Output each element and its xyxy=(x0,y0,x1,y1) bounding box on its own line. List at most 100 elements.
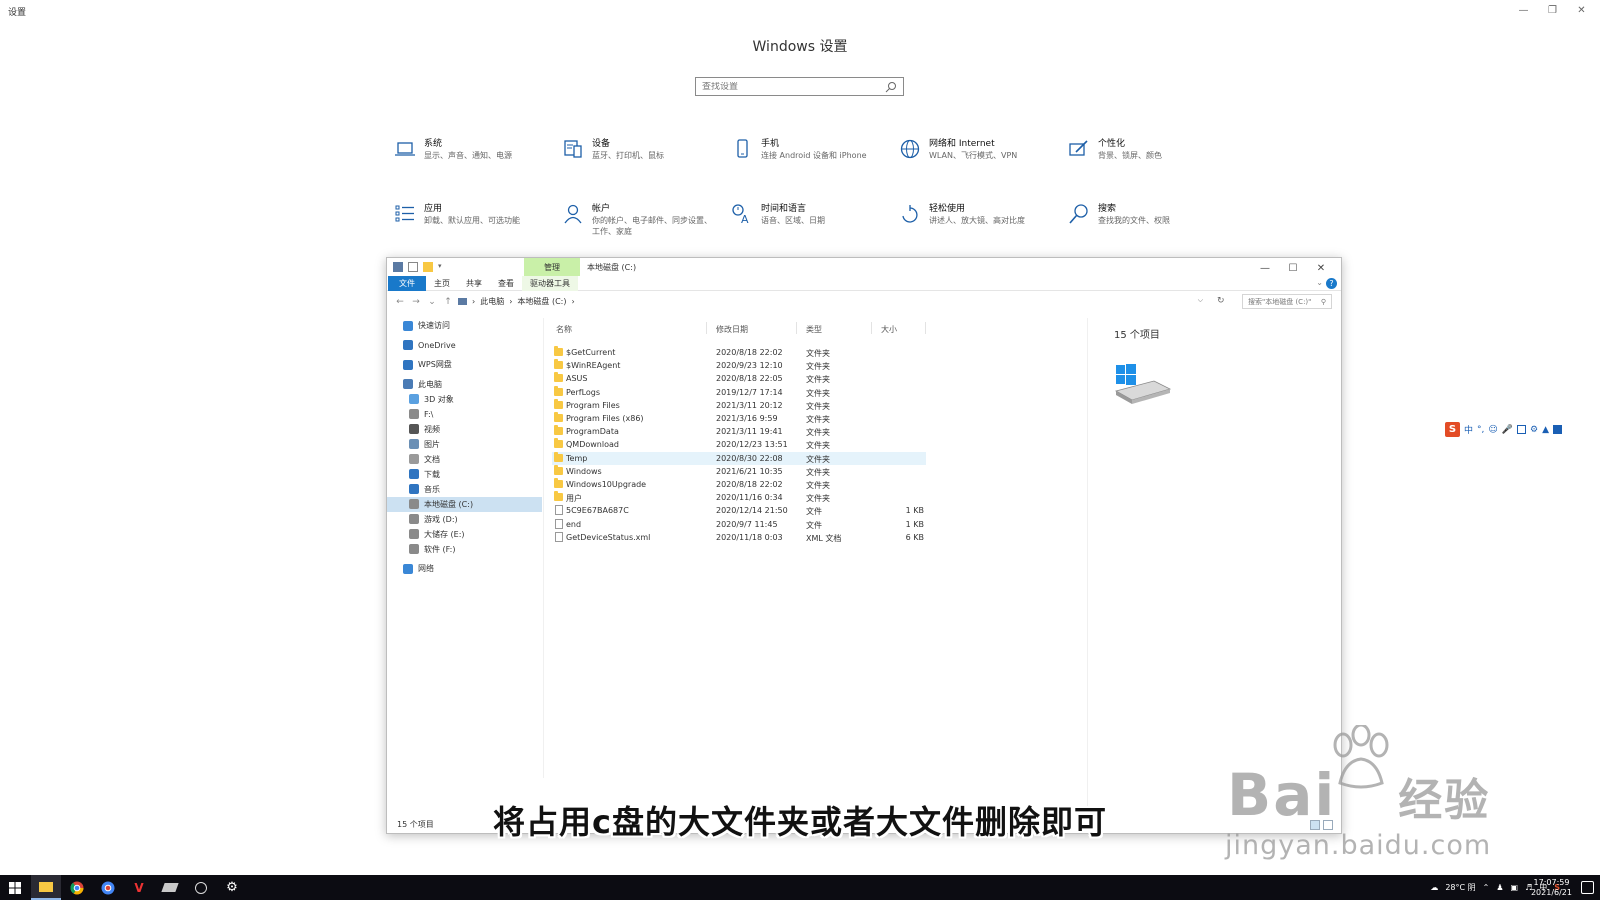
address-bar[interactable]: › 此电脑 › 本地磁盘 (C:) › ⌵ xyxy=(454,294,1209,309)
category-search[interactable]: 搜索 查找我的文件、权限 xyxy=(1068,203,1170,226)
explorer-maximize-button[interactable]: ☐ xyxy=(1279,260,1307,276)
breadcrumb-local-disk[interactable]: 本地磁盘 (C:) xyxy=(517,296,566,307)
recent-chevron-icon[interactable]: ⌄ xyxy=(427,297,437,307)
column-separator[interactable] xyxy=(925,322,926,334)
network-icon[interactable]: ▣ xyxy=(1511,883,1519,892)
emoji-icon[interactable]: ☺ xyxy=(1488,425,1497,435)
nav-tree-item[interactable]: 本地磁盘 (C:) xyxy=(387,496,542,512)
microphone-icon[interactable]: 🎤 xyxy=(1502,425,1513,435)
tab-manage[interactable]: 管理 xyxy=(524,258,580,276)
settings-search-input[interactable] xyxy=(702,81,885,92)
nav-tree-item[interactable]: F:\ xyxy=(387,407,542,422)
help-icon[interactable]: ? xyxy=(1326,278,1337,289)
tray-app-icon[interactable]: ♟ xyxy=(1496,883,1503,892)
ime-language[interactable]: 中 xyxy=(1464,423,1473,436)
category-devices[interactable]: 设备 蓝牙、打印机、鼠标 xyxy=(562,138,664,161)
file-row[interactable]: $GetCurrent 2020/8/18 22:02 文件夹 xyxy=(552,346,926,359)
nav-tree-item[interactable]: OneDrive xyxy=(387,338,542,353)
column-date[interactable]: 修改日期 xyxy=(716,324,748,335)
nav-tree-item[interactable]: 视频 xyxy=(387,422,542,437)
tab-home[interactable]: 主页 xyxy=(426,276,458,291)
nav-tree-item[interactable]: 此电脑 xyxy=(387,377,542,392)
category-phone[interactable]: 手机 连接 Android 设备和 iPhone xyxy=(731,138,867,161)
weather-cloud-icon[interactable]: ☁ xyxy=(1430,883,1438,892)
explorer-close-button[interactable]: ✕ xyxy=(1307,260,1335,276)
settings-search-box[interactable] xyxy=(695,77,904,96)
minimize-button[interactable]: — xyxy=(1509,0,1538,20)
file-row[interactable]: Program Files 2021/3/11 20:12 文件夹 xyxy=(552,398,926,412)
forward-arrow-icon[interactable]: → xyxy=(411,297,421,307)
nav-tree-item[interactable]: 文档 xyxy=(387,452,542,467)
breadcrumb-this-pc[interactable]: 此电脑 xyxy=(480,296,504,307)
address-dropdown-icon[interactable]: ⌵ xyxy=(1198,296,1203,305)
expand-ribbon-icon[interactable]: ⌄ xyxy=(1316,278,1323,287)
nav-tree-item[interactable]: 大储存 (E:) xyxy=(387,527,542,542)
nav-tree-item[interactable]: 快速访问 xyxy=(387,318,542,333)
column-separator[interactable] xyxy=(871,322,872,334)
toolbox-icon[interactable]: ⚙ xyxy=(1530,425,1538,435)
nav-tree-item[interactable]: 音乐 xyxy=(387,482,542,497)
file-row[interactable]: Windows10Upgrade 2020/8/18 22:02 文件夹 xyxy=(552,478,926,491)
punctuation-icon[interactable]: °, xyxy=(1477,425,1484,435)
file-row[interactable]: Windows 2021/6/21 10:35 文件夹 xyxy=(552,464,926,478)
file-row[interactable]: ProgramData 2021/3/11 19:41 文件夹 xyxy=(552,425,926,438)
file-row[interactable]: $WinREAgent 2020/9/23 12:10 文件夹 xyxy=(552,359,926,372)
category-network[interactable]: 网络和 Internet WLAN、飞行模式、VPN xyxy=(899,138,1017,161)
category-system[interactable]: 系统 显示、声音、通知、电源 xyxy=(394,138,512,161)
file-row[interactable]: ASUS 2020/8/18 22:05 文件夹 xyxy=(552,372,926,385)
taskbar-file-explorer[interactable] xyxy=(31,875,61,900)
taskbar-app[interactable] xyxy=(155,875,185,900)
file-row[interactable]: 用户 2020/11/16 0:34 文件夹 xyxy=(552,491,926,504)
category-personalization[interactable]: 个性化 背景、锁屏、颜色 xyxy=(1068,138,1162,161)
column-separator[interactable] xyxy=(706,322,707,334)
nav-tree-item[interactable]: WPS网盘 xyxy=(387,357,542,372)
skin-icon[interactable]: ▲ xyxy=(1542,425,1549,435)
chevron-down-icon[interactable]: ▾ xyxy=(438,262,442,272)
properties-icon[interactable] xyxy=(408,262,418,272)
column-size[interactable]: 大小 xyxy=(881,324,897,335)
column-type[interactable]: 类型 xyxy=(806,324,822,335)
close-button[interactable]: ✕ xyxy=(1567,0,1596,20)
explorer-search-box[interactable]: 搜索"本地磁盘 (C:)" ⚲ xyxy=(1242,294,1332,309)
file-row[interactable]: end 2020/9/7 11:45 文件 1 KB xyxy=(552,518,926,531)
taskbar-speedometer[interactable] xyxy=(186,875,216,900)
keyboard-icon[interactable] xyxy=(1517,425,1526,434)
notification-center-icon[interactable] xyxy=(1581,881,1594,894)
category-ease-of-access[interactable]: 轻松使用 讲述人、放大镜、高对比度 xyxy=(899,203,1025,226)
category-apps[interactable]: 应用 卸载、默认应用、可选功能 xyxy=(394,203,520,226)
restore-button[interactable]: ❐ xyxy=(1538,0,1567,20)
up-arrow-icon[interactable]: ↑ xyxy=(443,297,453,307)
explorer-minimize-button[interactable]: — xyxy=(1251,260,1279,276)
nav-tree-item[interactable]: 软件 (F:) xyxy=(387,542,542,557)
column-name[interactable]: 名称 xyxy=(556,324,572,335)
file-row[interactable]: 5C9E67BA687C 2020/12/14 21:50 文件 1 KB xyxy=(552,504,926,517)
tab-drive-tools[interactable]: 驱动器工具 xyxy=(522,275,578,291)
tab-file[interactable]: 文件 xyxy=(388,275,426,291)
tab-view[interactable]: 查看 xyxy=(490,276,522,291)
file-row[interactable]: Program Files (x86) 2021/3/16 9:59 文件夹 xyxy=(552,412,926,425)
column-separator[interactable] xyxy=(796,322,797,334)
sogou-logo-icon[interactable]: S xyxy=(1445,422,1460,437)
nav-tree-item[interactable]: 游戏 (D:) xyxy=(387,512,542,527)
nav-tree-item[interactable]: 下载 xyxy=(387,467,542,482)
refresh-icon[interactable]: ↻ xyxy=(1217,296,1225,306)
category-time-language[interactable]: A 时间和语言 语音、区域、日期 xyxy=(731,203,825,226)
file-row[interactable]: PerfLogs 2019/12/7 17:14 文件夹 xyxy=(552,385,926,399)
category-accounts[interactable]: 帐户 你的帐户、电子邮件、同步设置、工作、家庭 xyxy=(562,203,712,237)
nav-tree-item[interactable]: 3D 对象 xyxy=(387,392,542,407)
file-row[interactable]: Temp 2020/8/30 22:08 文件夹 xyxy=(552,451,926,465)
file-row[interactable]: GetDeviceStatus.xml 2020/11/18 0:03 XML 文档… xyxy=(552,531,926,544)
taskbar-chrome-profile[interactable] xyxy=(93,875,123,900)
back-arrow-icon[interactable]: ← xyxy=(395,297,405,307)
weather-text[interactable]: 28°C 阴 xyxy=(1445,882,1475,893)
start-button[interactable] xyxy=(0,875,30,900)
grid-menu-icon[interactable] xyxy=(1553,425,1562,434)
taskbar-settings[interactable]: ⚙ xyxy=(217,875,247,900)
taskbar-chrome[interactable] xyxy=(62,875,92,900)
nav-tree-item[interactable]: 图片 xyxy=(387,437,542,452)
tray-chevron-up-icon[interactable]: ⌃ xyxy=(1483,883,1490,892)
taskbar-wps[interactable]: V xyxy=(124,875,154,900)
taskbar-clock[interactable]: 17:07:59 2021/6/21 xyxy=(1531,878,1572,898)
file-row[interactable]: QMDownload 2020/12/23 13:51 文件夹 xyxy=(552,438,926,451)
nav-tree-item[interactable]: 网络 xyxy=(387,561,542,576)
